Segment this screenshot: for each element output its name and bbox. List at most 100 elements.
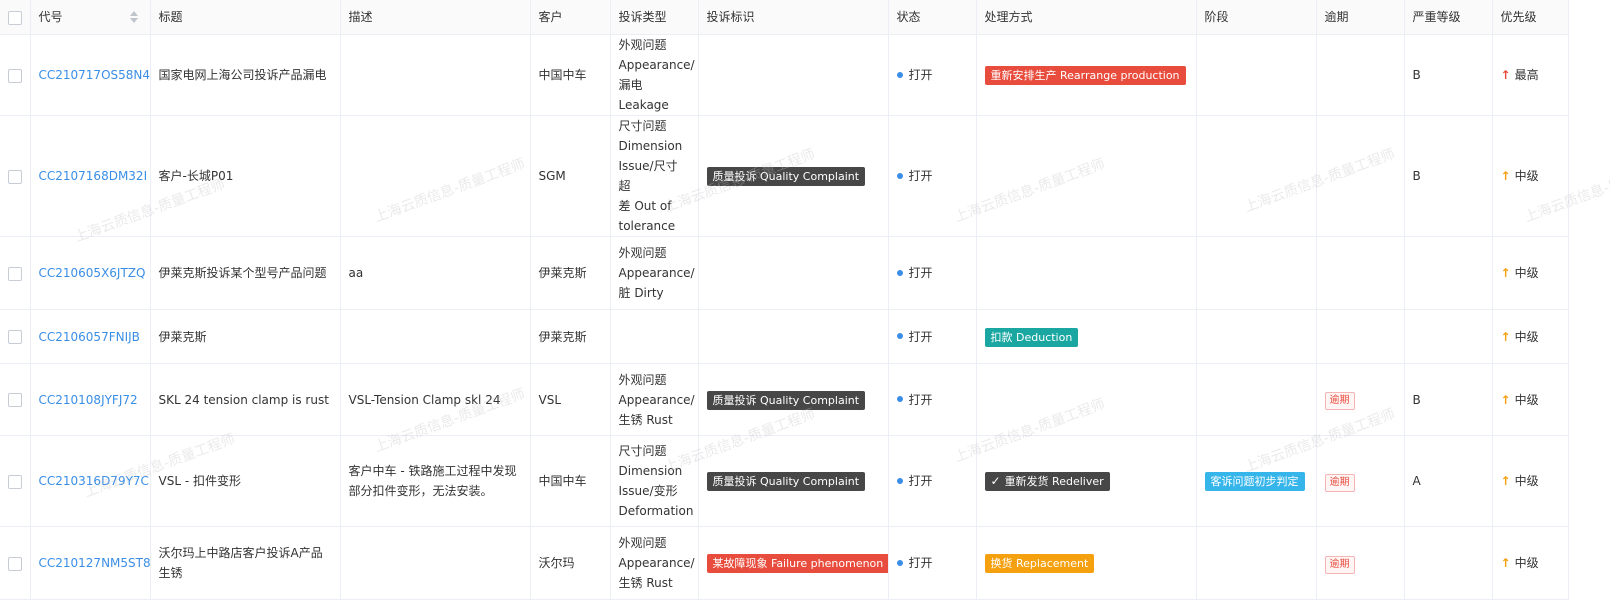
- handling-label: 扣款 Deduction: [990, 330, 1073, 344]
- row-select-cell[interactable]: [0, 34, 31, 116]
- status-cell: 打开: [888, 526, 977, 600]
- severity-cell: [1404, 236, 1493, 310]
- desc-cell: aa: [340, 236, 531, 310]
- type-line: Issue/变形: [618, 484, 678, 498]
- code-link[interactable]: CC210127NM5ST8: [39, 556, 150, 570]
- row-checkbox[interactable]: [7, 169, 22, 184]
- row-select-cell[interactable]: [0, 363, 31, 436]
- status-text: 打开: [908, 266, 933, 280]
- header-priority: 优先级: [1492, 0, 1569, 35]
- mark-cell: [698, 34, 889, 116]
- desc-cell: 客户中车 - 铁路施工过程中发现部分扣件变形，无法安装。: [340, 435, 531, 527]
- code-cell: CC210605X6JTZQ: [30, 236, 151, 310]
- row-checkbox[interactable]: [7, 68, 22, 83]
- select-all-checkbox[interactable]: [7, 10, 22, 25]
- customer-cell: 伊莱克斯: [530, 309, 611, 364]
- row-select-cell[interactable]: [0, 526, 31, 600]
- status-cell: 打开: [888, 34, 977, 116]
- type-line: tolerance: [618, 219, 676, 233]
- code-link[interactable]: CC2106057FNIJB: [39, 330, 140, 344]
- code-link[interactable]: CC210316D79Y7C: [39, 474, 149, 488]
- table-row[interactable]: CC210717OS58N4 国家电网上海公司投诉产品漏电 中国中车 外观问题 Appe…: [0, 34, 1569, 116]
- row-checkbox[interactable]: [7, 266, 22, 281]
- code-link[interactable]: CC2107168DM32I: [39, 169, 148, 183]
- row-checkbox[interactable]: [7, 474, 22, 489]
- customer-cell: 沃尔玛: [530, 526, 611, 600]
- handling-cell: [976, 236, 1197, 310]
- arrow-up-icon: ↑: [1500, 266, 1511, 280]
- row-checkbox[interactable]: [7, 330, 22, 344]
- arrow-up-icon: ↑: [1500, 169, 1511, 183]
- severity-cell: A: [1404, 435, 1493, 527]
- row-select-cell[interactable]: [0, 435, 31, 527]
- status-dot-icon: [896, 477, 903, 484]
- priority-cell: ↑ 中级: [1492, 309, 1569, 364]
- complaint-mark-tag: 某故障现象 Failure phenomenon: [706, 554, 887, 573]
- customer-cell: 中国中车: [530, 435, 611, 527]
- type-line: 外观问题: [618, 536, 667, 550]
- check-icon: ✓: [990, 474, 1001, 488]
- type-line: Deformation: [618, 504, 694, 518]
- type-line: Appearance/: [618, 58, 695, 72]
- row-select-cell[interactable]: [0, 115, 31, 237]
- header-select-all[interactable]: [0, 0, 31, 35]
- overdue-cell: [1316, 115, 1405, 237]
- table-row[interactable]: CC210605X6JTZQ 伊莱克斯投诉某个型号产品问题 aa 伊莱克斯 外观问题 Ap…: [0, 236, 1569, 310]
- row-checkbox[interactable]: [7, 556, 22, 571]
- row-checkbox[interactable]: [7, 393, 22, 407]
- arrow-up-icon: ↑: [1500, 474, 1511, 488]
- handling-label: 重新安排生产 Rearrange production: [990, 69, 1180, 82]
- mark-cell: [698, 309, 889, 364]
- handling-cell: 换货 Replacement: [976, 526, 1197, 600]
- severity-cell: [1404, 526, 1493, 600]
- severity-cell: B: [1404, 115, 1493, 237]
- code-cell: CC210316D79Y7C: [30, 435, 151, 527]
- desc-cell: [340, 34, 531, 116]
- status-cell: 打开: [888, 236, 977, 310]
- priority-cell: ↑ 中级: [1492, 526, 1569, 600]
- code-link[interactable]: CC210717OS58N4: [39, 68, 150, 82]
- header-status: 状态: [888, 0, 977, 35]
- table-row[interactable]: CC210108JYFJ72 SKL 24 tension clamp is ru…: [0, 363, 1569, 436]
- priority-text: 中级: [1514, 169, 1539, 183]
- mark-cell: 质量投诉 Quality Complaint: [698, 363, 889, 436]
- desc-cell: [340, 115, 531, 237]
- sort-icon[interactable]: [129, 11, 138, 23]
- type-line: Dimension: [618, 139, 683, 153]
- priority-text: 最高: [1514, 68, 1539, 82]
- arrow-up-icon: ↑: [1500, 68, 1511, 82]
- table-row[interactable]: CC2106057FNIJB 伊莱克斯 伊莱克斯 打开 扣款 Deduction ↑ 中级: [0, 309, 1569, 364]
- arrow-up-icon: ↑: [1500, 329, 1511, 344]
- mark-cell: 某故障现象 Failure phenomenon: [698, 526, 889, 600]
- row-select-cell[interactable]: [0, 236, 31, 310]
- status-dot-icon: [896, 396, 903, 402]
- code-link[interactable]: CC210108JYFJ72: [39, 393, 138, 407]
- overdue-cell: [1316, 309, 1405, 364]
- customer-cell: SGM: [530, 115, 611, 237]
- status-text: 打开: [908, 169, 933, 183]
- mark-cell: [698, 236, 889, 310]
- code-cell: CC210127NM5ST8: [30, 526, 151, 600]
- priority-cell: ↑ 中级: [1492, 115, 1569, 237]
- type-line: Appearance/: [618, 266, 695, 280]
- status-cell: 打开: [888, 115, 977, 237]
- desc-cell: [340, 309, 531, 364]
- code-cell: CC2107168DM32I: [30, 115, 151, 237]
- table-row[interactable]: CC2107168DM32I 客户-长城P01 SGM 尺寸问题 Dimension Is…: [0, 115, 1569, 237]
- header-code[interactable]: 代号: [30, 0, 151, 35]
- table-row[interactable]: CC210127NM5ST8 沃尔玛上中路店客户投诉A产品生锈 沃尔玛 外观问题 App…: [0, 526, 1569, 600]
- type-line: 漏电 Leakage: [618, 78, 669, 112]
- overdue-cell: 逾期: [1316, 363, 1405, 436]
- table-header: 代号 标题 描述 客户 投诉类型 投诉标识 状态 处理方式 阶段 逾期 严重等级…: [0, 0, 1569, 35]
- status-text: 打开: [908, 392, 933, 407]
- code-link[interactable]: CC210605X6JTZQ: [39, 266, 146, 280]
- type-line: Appearance/: [618, 556, 695, 570]
- title-cell: 沃尔玛上中路店客户投诉A产品生锈: [150, 526, 341, 600]
- code-cell: CC2106057FNIJB: [30, 309, 151, 364]
- status-text: 打开: [908, 329, 933, 344]
- table-row[interactable]: CC210316D79Y7C VSL - 扣件变形 客户中车 - 铁路施工过程中发现…: [0, 435, 1569, 527]
- type-line: 脏 Dirty: [618, 286, 664, 300]
- type-cell: 外观问题 Appearance/脏 Dirty: [610, 236, 699, 310]
- title-cell: 伊莱克斯: [150, 309, 341, 364]
- row-select-cell[interactable]: [0, 309, 31, 364]
